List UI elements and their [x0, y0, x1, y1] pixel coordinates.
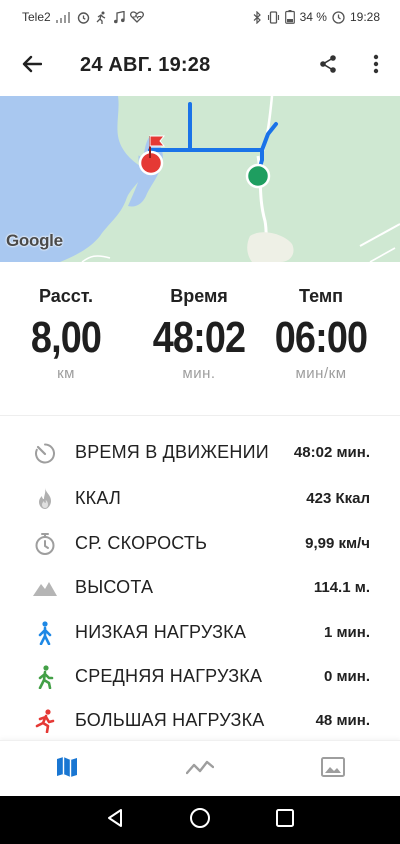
- triangle-back-icon: [106, 808, 124, 833]
- route-map[interactable]: Google: [0, 96, 400, 262]
- tab-map[interactable]: [52, 755, 82, 783]
- more-options-button[interactable]: [358, 48, 394, 84]
- battery-icon: [284, 10, 295, 24]
- bottom-navigation: [0, 740, 400, 796]
- bluetooth-icon: [253, 10, 262, 24]
- system-back-button[interactable]: [103, 808, 127, 832]
- detail-label: ВРЕМЯ В ДВИЖЕНИИ: [75, 442, 269, 462]
- detail-label: ККАЛ: [75, 488, 121, 508]
- stat-value: 48:02: [152, 313, 246, 362]
- timer-icon: [32, 531, 58, 557]
- stat-label: Расст.: [38, 286, 94, 306]
- hiking-person-icon: [32, 664, 58, 690]
- heart-rate-icon: [129, 11, 144, 23]
- status-time: 19:28: [349, 10, 380, 24]
- detail-row-avg-speed: СР. СКОРОСТЬ 9,99 км/ч: [0, 521, 400, 565]
- detail-row-altitude: ВЫСОТА 114.1 м.: [0, 565, 400, 609]
- stat-unit: мин/км: [295, 365, 347, 382]
- back-button[interactable]: [14, 48, 50, 84]
- stat-distance: Расст. 8,00 км: [6, 286, 126, 382]
- detail-value: 0 мин.: [323, 668, 370, 685]
- more-vert-icon: [373, 54, 379, 79]
- battery-level: 34 %: [299, 10, 327, 24]
- square-recents-icon: [275, 808, 295, 833]
- status-bar: Tele2 34 % 19:28: [0, 0, 400, 34]
- share-icon: [318, 54, 338, 79]
- detail-label: БОЛЬШАЯ НАГРУЗКА: [75, 710, 265, 730]
- system-home-button[interactable]: [188, 807, 212, 834]
- share-button[interactable]: [310, 48, 346, 84]
- detail-row-low-load: НИЗКАЯ НАГРУЗКА 1 мин.: [0, 610, 400, 654]
- stat-label: Темп: [298, 286, 344, 306]
- start-marker[interactable]: [245, 163, 271, 189]
- clock-icon: [332, 10, 345, 24]
- signal-icon: [55, 11, 72, 23]
- page-title: 24 АВГ. 19:28: [80, 54, 211, 76]
- detail-value: 423 Ккал: [306, 490, 370, 507]
- detail-row-high-load: БОЛЬШАЯ НАГРУЗКА 48 мин.: [0, 698, 400, 742]
- google-attribution: Google: [6, 231, 63, 251]
- stat-value: 06:00: [274, 313, 368, 362]
- google-attribution-text: Google: [6, 231, 63, 250]
- detail-value: 48:02 мин.: [293, 444, 370, 461]
- detail-value: 1 мин.: [323, 624, 370, 641]
- detail-value: 9,99 км/ч: [305, 535, 370, 552]
- stat-unit: мин.: [182, 365, 216, 382]
- app-bar: 24 АВГ. 19:28: [0, 38, 400, 94]
- detail-label: СРЕДНЯЯ НАГРУЗКА: [75, 666, 263, 686]
- stat-value: 8,00: [30, 313, 102, 362]
- photo-icon: [321, 756, 345, 782]
- stopwatch-icon: [32, 440, 58, 466]
- detail-value: 48 мин.: [315, 712, 370, 729]
- stat-pace: Темп 06:00 мин/км: [261, 286, 381, 382]
- stat-label: Время: [170, 286, 228, 306]
- detail-row-calories: ККАЛ 423 Ккал: [0, 476, 400, 520]
- detail-label: НИЗКАЯ НАГРУЗКА: [75, 622, 247, 642]
- arrow-left-icon: [22, 55, 43, 78]
- system-navigation-bar: [0, 796, 400, 844]
- map-icon: [55, 755, 79, 784]
- tab-charts[interactable]: [185, 755, 215, 783]
- detail-label: СР. СКОРОСТЬ: [75, 533, 208, 553]
- flame-icon: [32, 486, 58, 512]
- vibrate-icon: [267, 10, 280, 24]
- detail-label: ВЫСОТА: [75, 577, 154, 597]
- summary-panel: Расст. 8,00 км Время 48:02 мин. Темп 06:…: [0, 262, 400, 416]
- detail-row-moving-time: ВРЕМЯ В ДВИЖЕНИИ 48:02 мин.: [0, 430, 400, 474]
- carrier-label: Tele2: [22, 10, 51, 24]
- chart-line-icon: [185, 757, 215, 782]
- stat-unit: км: [57, 365, 75, 382]
- mountain-icon: [32, 575, 58, 601]
- runner-icon: [95, 11, 108, 24]
- alarm-icon: [77, 11, 90, 24]
- detail-row-medium-load: СРЕДНЯЯ НАГРУЗКА 0 мин.: [0, 654, 400, 698]
- system-recents-button[interactable]: [273, 808, 297, 832]
- stat-time: Время 48:02 мин.: [139, 286, 259, 382]
- music-note-icon: [113, 10, 125, 24]
- walking-person-icon: [32, 620, 58, 646]
- detail-value: 114.1 м.: [313, 579, 370, 596]
- tab-photos[interactable]: [318, 755, 348, 783]
- running-person-icon: [32, 708, 58, 734]
- circle-home-icon: [189, 807, 211, 834]
